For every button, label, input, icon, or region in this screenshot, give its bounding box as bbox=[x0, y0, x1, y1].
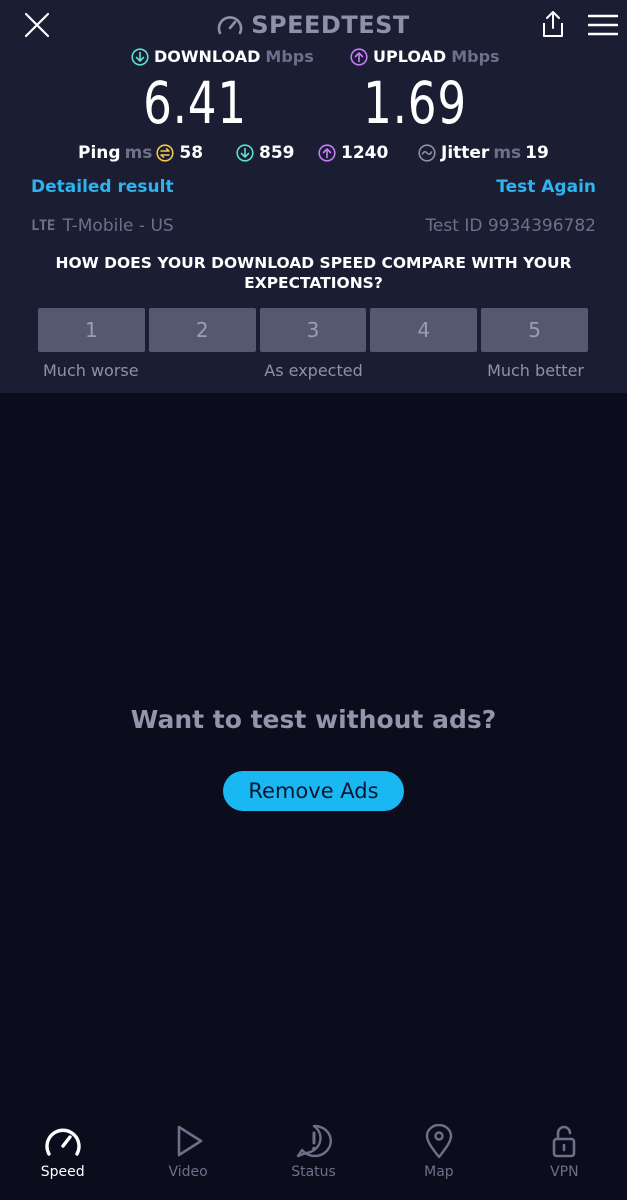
test-again-link[interactable]: Test Again bbox=[496, 177, 596, 197]
ping-idle-icon bbox=[156, 144, 175, 162]
survey-question: HOW DOES YOUR DOWNLOAD SPEED COMPARE WIT… bbox=[55, 254, 572, 292]
ping-unit: ms bbox=[124, 143, 153, 163]
upload-unit: Mbps bbox=[451, 47, 500, 66]
rating-label-high: Much better bbox=[487, 361, 584, 380]
tab-label: Video bbox=[168, 1164, 208, 1180]
upload-label: UPLOAD bbox=[373, 47, 447, 66]
download-unit: Mbps bbox=[265, 47, 314, 66]
logo-text: SPEEDTEST bbox=[251, 11, 410, 39]
rating-button-4[interactable]: 4 bbox=[370, 308, 478, 352]
jitter-stat: Jitter ms 19 bbox=[418, 141, 549, 165]
tab-label: Speed bbox=[40, 1164, 85, 1180]
download-arrow-icon bbox=[131, 47, 149, 66]
connection-type: LTE bbox=[31, 218, 55, 234]
ping-download-stat: 859 bbox=[236, 141, 295, 165]
jitter-wave-icon bbox=[418, 144, 436, 162]
upload-arrow-icon bbox=[350, 47, 368, 66]
jitter-label: Jitter bbox=[441, 143, 490, 163]
download-label: DOWNLOAD bbox=[154, 47, 261, 66]
ping-upload-stat: 1240 bbox=[318, 141, 388, 165]
map-pin-icon bbox=[425, 1124, 453, 1158]
tab-video[interactable]: Video bbox=[125, 1110, 250, 1200]
test-id: Test ID 9934396782 bbox=[425, 216, 596, 236]
detailed-result-link[interactable]: Detailed result bbox=[31, 177, 174, 197]
carrier-name: T-Mobile - US bbox=[62, 216, 174, 236]
tab-map[interactable]: Map bbox=[376, 1110, 501, 1200]
download-header: DOWNLOAD Mbps bbox=[131, 47, 314, 66]
ping-label: Ping bbox=[78, 143, 121, 163]
tab-status[interactable]: Status bbox=[251, 1110, 376, 1200]
ad-free-prompt: Want to test without ads? bbox=[130, 705, 497, 734]
alert-icon bbox=[296, 1124, 332, 1158]
ping-download-value: 859 bbox=[259, 143, 295, 163]
speedometer-logo-icon bbox=[217, 16, 243, 35]
download-speed-value: 6.41 bbox=[143, 69, 247, 137]
tab-speed[interactable]: Speed bbox=[0, 1110, 125, 1200]
remove-ads-button[interactable]: Remove Ads bbox=[223, 771, 404, 811]
tab-vpn[interactable]: VPN bbox=[502, 1110, 627, 1200]
lock-icon bbox=[553, 1125, 576, 1158]
results-panel: SPEEDTEST DOWNLOAD Mbps UPLOAD Mbps 6.41… bbox=[0, 0, 627, 393]
jitter-value: 19 bbox=[525, 143, 549, 163]
tab-label: Map bbox=[424, 1164, 454, 1180]
hamburger-menu-icon bbox=[588, 14, 618, 36]
menu-button[interactable] bbox=[584, 8, 622, 42]
speedometer-icon bbox=[45, 1128, 81, 1156]
ping-upload-value: 1240 bbox=[341, 143, 389, 163]
upload-arrow-icon bbox=[318, 144, 336, 162]
play-icon bbox=[177, 1125, 203, 1157]
share-button[interactable] bbox=[535, 6, 571, 42]
app-logo: SPEEDTEST bbox=[0, 8, 627, 42]
upload-speed-value: 1.69 bbox=[363, 69, 467, 137]
bottom-tab-bar: Speed Video Status Map VPN bbox=[0, 1110, 627, 1200]
carrier-info: LTE T-Mobile - US bbox=[31, 216, 174, 236]
tab-label: Status bbox=[291, 1164, 336, 1180]
rating-buttons: 1 2 3 4 5 bbox=[38, 308, 588, 352]
upload-header: UPLOAD Mbps bbox=[350, 47, 500, 66]
rating-button-3[interactable]: 3 bbox=[259, 308, 367, 352]
share-icon bbox=[543, 11, 563, 37]
ping-stat: Ping ms 58 bbox=[78, 141, 203, 165]
download-arrow-icon bbox=[236, 144, 254, 162]
jitter-unit: ms bbox=[493, 143, 522, 163]
rating-button-2[interactable]: 2 bbox=[148, 308, 256, 352]
rating-button-1[interactable]: 1 bbox=[38, 308, 145, 352]
rating-button-5[interactable]: 5 bbox=[481, 308, 588, 352]
ping-idle-value: 58 bbox=[179, 143, 204, 163]
tab-label: VPN bbox=[550, 1164, 579, 1180]
